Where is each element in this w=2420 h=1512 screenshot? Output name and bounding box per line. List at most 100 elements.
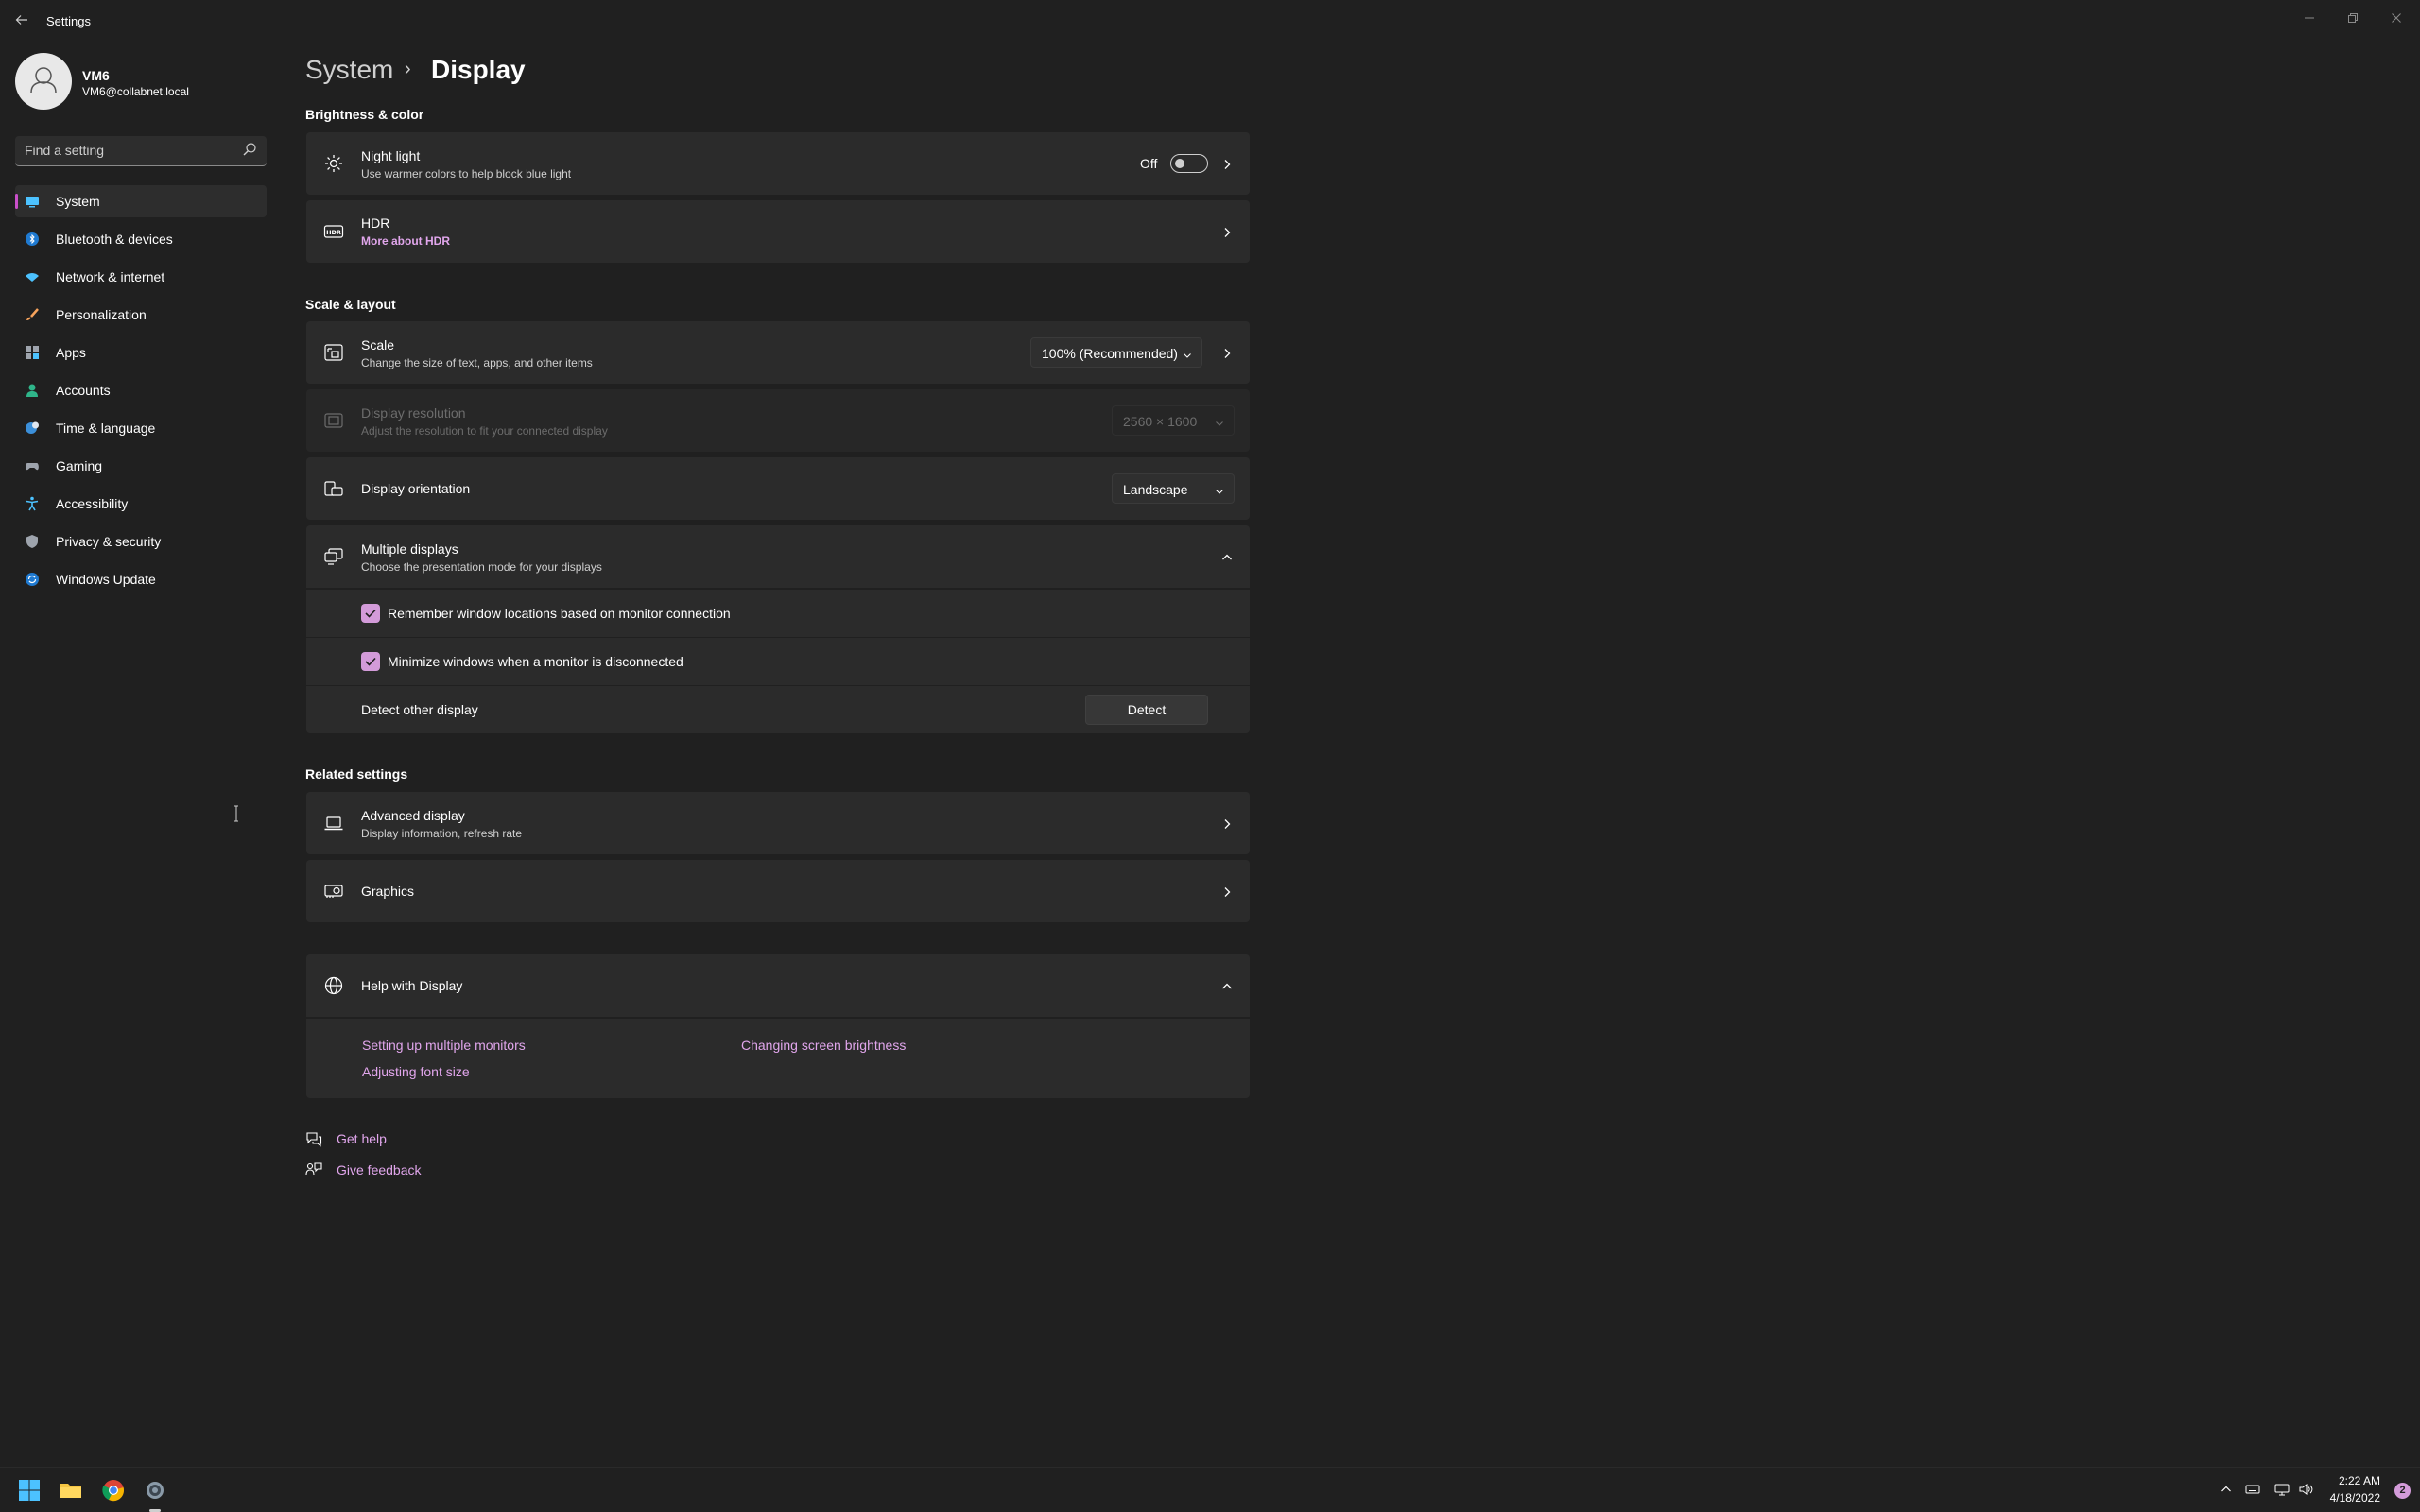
chevron-right-icon xyxy=(1221,158,1233,169)
minimize-windows-label: Minimize windows when a monitor is disco… xyxy=(388,654,683,669)
sidebar-item-time-language[interactable]: Time & language xyxy=(15,412,267,444)
chevron-down-icon xyxy=(1183,348,1192,358)
feedback-icon xyxy=(305,1161,322,1178)
sidebar-item-privacy[interactable]: Privacy & security xyxy=(15,525,267,558)
section-title-related: Related settings xyxy=(305,766,408,782)
breadcrumb-parent[interactable]: System xyxy=(305,55,393,85)
sidebar-item-personalization[interactable]: Personalization xyxy=(15,299,267,331)
chrome-icon[interactable] xyxy=(102,1479,125,1502)
keyboard-icon[interactable] xyxy=(2244,1483,2261,1500)
wifi-icon xyxy=(25,269,40,284)
detect-button[interactable]: Detect xyxy=(1085,695,1208,725)
volume-icon[interactable] xyxy=(2297,1483,2314,1500)
sidebar-item-accounts[interactable]: Accounts xyxy=(15,374,267,406)
profile-name: VM6 xyxy=(82,68,110,83)
night-light-title: Night light xyxy=(361,148,421,163)
scale-icon xyxy=(323,342,344,363)
display-orientation-card: Display orientation Landscape xyxy=(306,457,1250,520)
night-light-card[interactable]: Night light Use warmer colors to help bl… xyxy=(306,132,1250,195)
breadcrumb-separator: › xyxy=(405,59,411,79)
taskbar-date[interactable]: 4/18/2022 xyxy=(2330,1491,2380,1504)
advanced-display-card[interactable]: Advanced display Display information, re… xyxy=(306,792,1250,854)
orientation-dropdown[interactable]: Landscape xyxy=(1112,473,1235,504)
restore-button[interactable] xyxy=(2331,6,2375,32)
sidebar-item-gaming[interactable]: Gaming xyxy=(15,450,267,482)
detect-display-row: Detect other display Detect xyxy=(306,686,1250,733)
chevron-right-icon xyxy=(1221,347,1233,358)
search-box[interactable]: Find a setting xyxy=(15,136,267,166)
detect-display-label: Detect other display xyxy=(361,702,478,717)
display-resolution-title: Display resolution xyxy=(361,405,466,421)
selection-indicator xyxy=(15,194,18,209)
search-input[interactable]: Find a setting xyxy=(25,143,104,158)
scale-card[interactable]: Scale Change the size of text, apps, and… xyxy=(306,321,1250,384)
globe-icon xyxy=(323,975,344,996)
help-link-font-size[interactable]: Adjusting font size xyxy=(362,1064,470,1079)
sidebar-item-label: Network & internet xyxy=(56,269,165,284)
display-resolution-subtitle: Adjust the resolution to fit your connec… xyxy=(361,424,608,438)
sidebar-item-label: Time & language xyxy=(56,421,156,436)
sidebar-item-label: Personalization xyxy=(56,307,147,322)
taskbar-time[interactable]: 2:22 AM xyxy=(2339,1474,2380,1487)
multiple-displays-subtitle: Choose the presentation mode for your di… xyxy=(361,560,602,574)
get-help-link[interactable]: Get help xyxy=(337,1131,387,1146)
sidebar-item-network[interactable]: Network & internet xyxy=(15,261,267,293)
chevron-right-icon xyxy=(1221,226,1233,237)
minimize-windows-checkbox[interactable] xyxy=(361,652,380,671)
chevron-up-icon[interactable] xyxy=(1221,551,1233,562)
graphics-card[interactable]: Graphics xyxy=(306,860,1250,922)
settings-icon[interactable] xyxy=(144,1479,166,1502)
sidebar-item-accessibility[interactable]: Accessibility xyxy=(15,488,267,520)
minimize-button[interactable] xyxy=(2288,6,2331,32)
section-title-brightness: Brightness & color xyxy=(305,107,424,122)
network-icon[interactable] xyxy=(2273,1483,2290,1500)
chevron-down-icon xyxy=(1215,416,1224,426)
hdr-card[interactable]: HDR HDR More about HDR xyxy=(306,200,1250,263)
sidebar-item-label: Accounts xyxy=(56,383,111,398)
night-light-state: Off xyxy=(1140,156,1158,171)
orientation-icon xyxy=(323,478,344,499)
sidebar-item-label: Gaming xyxy=(56,458,103,473)
sidebar-item-apps[interactable]: Apps xyxy=(15,336,267,369)
sidebar-item-bluetooth[interactable]: Bluetooth & devices xyxy=(15,223,267,255)
help-link-multiple-monitors[interactable]: Setting up multiple monitors xyxy=(362,1038,526,1053)
file-explorer-icon[interactable] xyxy=(60,1479,82,1502)
more-about-hdr-link[interactable]: More about HDR xyxy=(361,234,450,248)
chevron-up-icon[interactable] xyxy=(1221,980,1233,991)
back-arrow-icon[interactable] xyxy=(11,13,32,32)
help-link-screen-brightness[interactable]: Changing screen brightness xyxy=(741,1038,906,1053)
help-with-display-card[interactable]: Help with Display xyxy=(306,954,1250,1017)
sidebar-item-system[interactable]: System xyxy=(15,185,267,217)
section-title-scale: Scale & layout xyxy=(305,297,396,312)
night-light-subtitle: Use warmer colors to help block blue lig… xyxy=(361,167,572,180)
multiple-displays-card[interactable]: Multiple displays Choose the presentatio… xyxy=(306,525,1250,588)
resolution-value: 2560 × 1600 xyxy=(1123,414,1198,429)
scale-dropdown[interactable]: 100% (Recommended) xyxy=(1030,337,1202,368)
scale-value: 100% (Recommended) xyxy=(1042,346,1178,361)
multiple-displays-title: Multiple displays xyxy=(361,541,458,557)
avatar[interactable] xyxy=(15,53,72,110)
windows-start-icon[interactable] xyxy=(18,1479,41,1502)
close-button[interactable] xyxy=(2375,6,2418,32)
hdr-icon: HDR xyxy=(323,221,344,242)
checkmark-icon xyxy=(365,657,376,666)
remember-window-row: Remember window locations based on monit… xyxy=(306,590,1250,637)
sidebar-item-windows-update[interactable]: Windows Update xyxy=(15,563,267,595)
night-light-toggle[interactable] xyxy=(1170,154,1208,173)
remember-window-checkbox[interactable] xyxy=(361,604,380,623)
give-feedback-link[interactable]: Give feedback xyxy=(337,1162,422,1177)
search-icon[interactable] xyxy=(242,142,257,159)
sidebar-item-label: Accessibility xyxy=(56,496,129,511)
accessibility-icon xyxy=(25,496,40,511)
advanced-display-title: Advanced display xyxy=(361,808,465,823)
orientation-value: Landscape xyxy=(1123,482,1188,497)
sidebar-item-label: Bluetooth & devices xyxy=(56,232,173,247)
person-icon xyxy=(25,383,40,398)
toggle-knob xyxy=(1175,159,1184,168)
chevron-down-icon xyxy=(1215,484,1224,494)
chevron-up-icon[interactable] xyxy=(2218,1483,2235,1500)
chevron-right-icon xyxy=(1221,817,1233,829)
page-title: Display xyxy=(431,55,526,84)
taskbar: 2:22 AM 4/18/2022 2 xyxy=(0,1467,2420,1512)
notification-badge[interactable]: 2 xyxy=(2394,1483,2411,1499)
